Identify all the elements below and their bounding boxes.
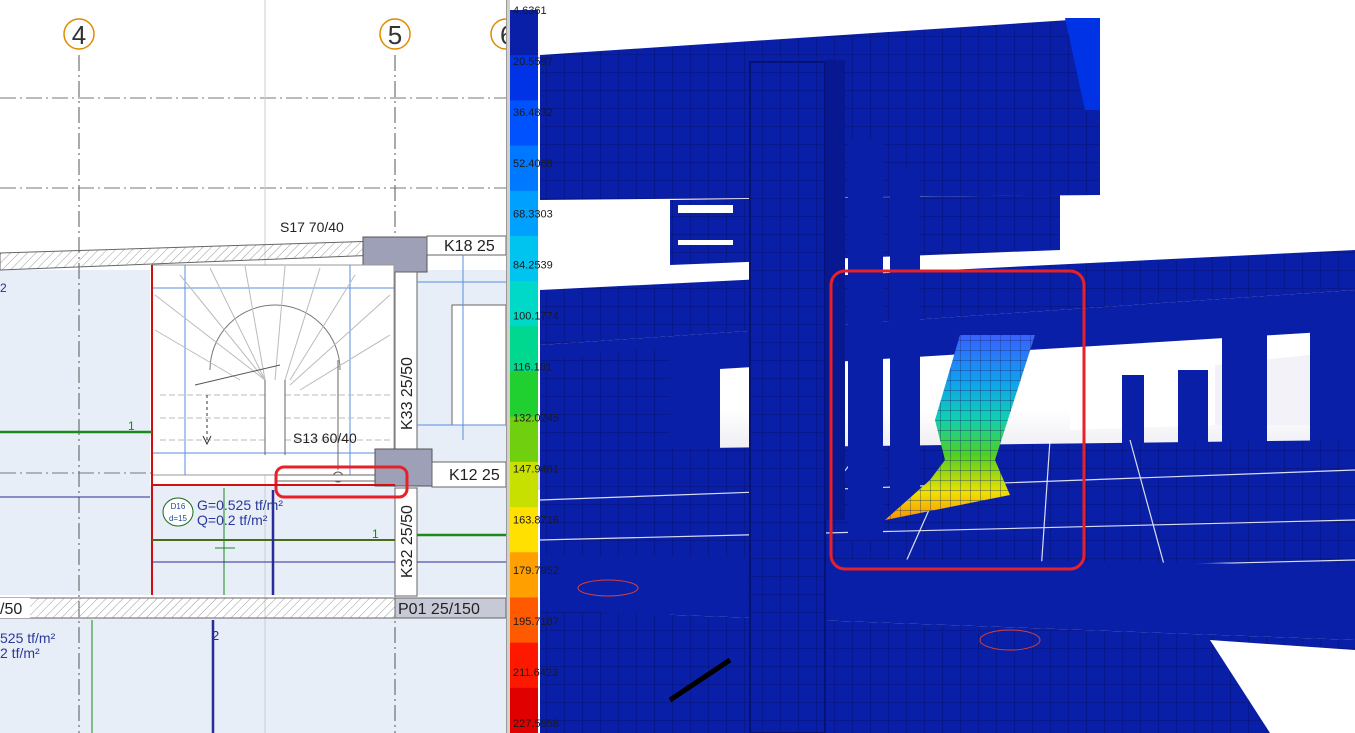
load-q-label: Q=0.2 tf/m² <box>197 512 268 528</box>
plan-canvas[interactable]: 4 5 6 S17 70/40 K18 25 K33 25/50 K32 25/… <box>0 0 506 733</box>
left-load-2: 2 tf/m² <box>0 645 40 661</box>
legend-value-label: 163.8716 <box>513 514 559 526</box>
legend-value-label: 116.101 <box>513 362 552 374</box>
axis-bubble-4[interactable]: 4 <box>63 18 95 50</box>
beam-bottom-label: /50 <box>0 601 22 618</box>
load-g-label: G=0.525 tf/m² <box>197 497 283 513</box>
svg-text:D16: D16 <box>171 502 186 511</box>
fem-3d-view[interactable]: 4.6361 20.5597 36.4832 52.4068 68.3303 84.253… <box>510 0 1355 733</box>
svg-text:d=15: d=15 <box>169 514 188 523</box>
beam-k33-label: K33 25/50 <box>399 357 416 430</box>
stair-drawing[interactable] <box>151 264 395 483</box>
rebar-line-3-label: 1 <box>372 527 379 541</box>
legend-value-label: 132.0245 <box>513 412 559 424</box>
beam-k18-label: K18 25 <box>444 238 495 255</box>
legend-value-label: 100.1774 <box>513 311 559 323</box>
column-l1 <box>670 355 720 450</box>
left-load-1: 525 tf/m² <box>0 630 56 646</box>
room-outline-right <box>451 304 506 426</box>
beam-s13[interactable] <box>274 474 376 482</box>
legend-value-label: 84.2539 <box>513 260 553 272</box>
beam-p01-label: P01 25/150 <box>398 601 480 618</box>
legend-value-label: 4.6361 <box>513 5 547 17</box>
beam-s13-label: S13 60/40 <box>293 430 357 446</box>
legend-swatch <box>510 371 538 418</box>
central-column-side <box>825 60 845 520</box>
axis-bubble-5[interactable]: 5 <box>379 18 411 50</box>
legend-value-label: 147.9481 <box>513 463 559 475</box>
svg-text:4: 4 <box>72 20 86 50</box>
legend-value-label: 68.3303 <box>513 209 553 221</box>
opening-2 <box>678 240 733 245</box>
central-column <box>750 62 825 733</box>
legend-value-label: 211.6423 <box>513 667 558 679</box>
legend-swatch <box>510 642 538 689</box>
num-label-2: 2 <box>0 281 7 295</box>
num-label-2b: 2 <box>212 628 219 643</box>
beam-k12-label: K12 25 <box>449 467 500 484</box>
cad-plan-view[interactable]: 4 5 6 S17 70/40 K18 25 K33 25/50 K32 25/… <box>0 0 506 733</box>
legend-value-label: 227.5658 <box>513 718 559 730</box>
column-c3 <box>890 170 920 510</box>
fem-canvas[interactable]: 4.6361 20.5597 36.4832 52.4068 68.3303 84.253… <box>510 0 1355 733</box>
beam-bottom[interactable] <box>0 597 396 619</box>
legend-value-label: 195.7187 <box>513 616 559 628</box>
legend-value-label: 36.4832 <box>513 107 553 119</box>
legend-value-label: 52.4068 <box>513 158 553 170</box>
load-badge[interactable]: D16 d=15 <box>162 497 194 527</box>
svg-text:5: 5 <box>388 20 402 50</box>
beam-k32-label: K32 25/50 <box>399 505 416 578</box>
axis-bubble-6[interactable]: 6 <box>490 18 506 50</box>
legend-value-label: 20.5597 <box>513 56 553 68</box>
rebar-line-1-label: 1 <box>128 419 135 433</box>
legend-value-label: 179.7952 <box>513 565 559 577</box>
beam-s17-label: S17 70/40 <box>280 219 344 235</box>
opening-1 <box>678 205 733 213</box>
stress-legend[interactable]: 4.6361 20.5597 36.4832 52.4068 68.3303 84.253… <box>510 5 559 733</box>
column-c2 <box>848 140 883 540</box>
slab-area-bottom <box>0 618 506 733</box>
